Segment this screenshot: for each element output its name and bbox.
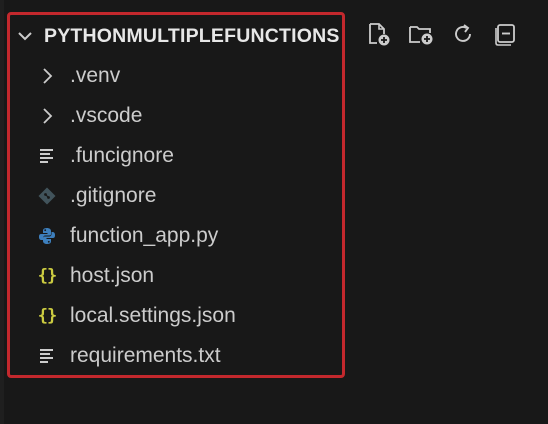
- refresh-button[interactable]: [448, 21, 478, 51]
- tree-item-label: function_app.py: [70, 224, 219, 247]
- tree-item-host-json[interactable]: {} host.json: [0, 256, 330, 296]
- tree-item-venv[interactable]: .venv: [0, 56, 330, 96]
- new-file-button[interactable]: [364, 21, 394, 51]
- tree-item-gitignore[interactable]: .gitignore: [0, 176, 330, 216]
- folder-header[interactable]: PYTHONMULTIPLEFUNCTIONS: [14, 20, 340, 52]
- explorer-toolbar: [364, 20, 532, 52]
- collapse-all-icon: [492, 21, 518, 52]
- json-icon: {}: [37, 266, 57, 286]
- tree-item-label: .vscode: [70, 104, 143, 127]
- tree-item-label: local.settings.json: [70, 304, 236, 327]
- tree-item-label: .gitignore: [70, 184, 157, 207]
- tree-item-label: host.json: [70, 264, 155, 287]
- new-folder-icon: [407, 21, 435, 52]
- chevron-right-icon: [36, 64, 58, 88]
- tree-item-funcignore[interactable]: .funcignore: [0, 136, 330, 176]
- tree-item-label: requirements.txt: [70, 344, 221, 367]
- explorer-panel: PYTHONMULTIPLEFUNCTIONS .venv .vscode .f…: [0, 0, 548, 424]
- new-file-icon: [366, 21, 392, 52]
- tree-item-label: .venv: [70, 64, 121, 87]
- text-file-icon: [36, 144, 58, 168]
- tree-item-label: .funcignore: [70, 144, 174, 167]
- refresh-icon: [451, 22, 475, 51]
- new-folder-button[interactable]: [406, 21, 436, 51]
- tree-item-requirements[interactable]: requirements.txt: [0, 336, 330, 376]
- folder-title: PYTHONMULTIPLEFUNCTIONS: [44, 24, 340, 47]
- chevron-right-icon: [36, 104, 58, 128]
- collapse-all-button[interactable]: [490, 21, 520, 51]
- tree-item-function-app[interactable]: function_app.py: [0, 216, 330, 256]
- text-file-icon: [36, 344, 58, 368]
- json-icon: {}: [37, 306, 57, 326]
- python-icon: [36, 224, 58, 248]
- tree-item-local-settings-json[interactable]: {} local.settings.json: [0, 296, 330, 336]
- git-icon: [36, 184, 58, 208]
- chevron-down-icon: [14, 25, 36, 47]
- tree-item-vscode[interactable]: .vscode: [0, 96, 330, 136]
